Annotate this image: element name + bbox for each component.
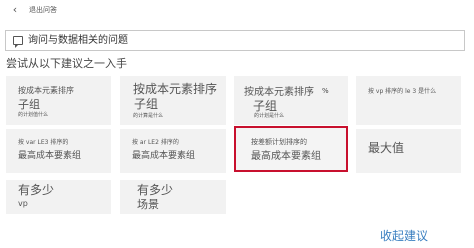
card-line1: 按成本元素排序 xyxy=(244,87,314,98)
card-line1: 按差额计划排序的 xyxy=(251,138,307,146)
suggestion-card[interactable]: 最大值 xyxy=(356,129,461,173)
card-line1: 按 vp 排序的 le 3 是什么 xyxy=(368,88,437,95)
qa-placeholder: 询问与数据相关的问题 xyxy=(28,35,128,46)
header-bar: ‹ 退出问答 xyxy=(0,0,474,20)
card-line1: 按成本元素排序 xyxy=(18,86,74,95)
card-line1: 按 var LE3 排序的 xyxy=(18,139,69,146)
chat-bubble-icon xyxy=(13,36,23,48)
card-line2: 最高成本要素组 xyxy=(251,151,321,162)
exit-qa-link[interactable]: 退出问答 xyxy=(29,5,57,15)
card-line2: 场景 xyxy=(137,198,159,211)
card-line2: 子组 xyxy=(134,97,159,111)
card-line2: 子组 xyxy=(253,99,278,113)
suggestions-title: 尝试从以下建议之一入手 xyxy=(6,57,127,70)
suggestion-card[interactable]: 有多少 场景 xyxy=(120,180,226,214)
suggestion-card[interactable]: 按 ar LE2 排序的 最高成本要素组 xyxy=(120,129,226,173)
suggestion-card[interactable]: 按 vp 排序的 le 3 是什么 xyxy=(356,76,461,125)
card-line1: 按成本元素排序 xyxy=(133,82,218,96)
suggestion-card-selected[interactable]: 按差额计划排序的 最高成本要素组 xyxy=(234,126,348,172)
card-line3: 的计划是什么 xyxy=(254,113,285,119)
suggestion-card[interactable]: 按成本元素排序 子组 的计算是什么 xyxy=(120,76,226,125)
chevron-left-icon[interactable]: ‹ xyxy=(10,4,20,15)
card-line1: 有多少 xyxy=(18,183,55,197)
suggestion-card[interactable]: 有多少 vp xyxy=(6,180,111,214)
qa-input[interactable]: 询问与数据相关的问题 xyxy=(5,30,465,51)
suggestion-card[interactable]: 按成本元素排序 子组 的计划值什么 xyxy=(6,76,111,125)
collapse-suggestions-link[interactable]: 收起建议 xyxy=(380,229,428,243)
card-line1: 最大值 xyxy=(368,141,405,155)
suggestion-card[interactable]: 按 var LE3 排序的 最高成本要素组 xyxy=(6,129,111,173)
suggestion-card[interactable]: 按成本元素排序 % 子组 的计划是什么 xyxy=(234,76,348,125)
card-line2: 最高成本要素组 xyxy=(18,151,82,161)
card-mark: % xyxy=(322,87,329,95)
card-line3: 的计算是什么 xyxy=(133,113,164,119)
card-line3: 的计划值什么 xyxy=(18,112,49,118)
card-line2: vp xyxy=(18,199,28,208)
card-line1: 按 ar LE2 排序的 xyxy=(132,139,179,146)
card-line2: 子组 xyxy=(18,98,40,111)
card-line1: 有多少 xyxy=(137,183,174,197)
card-line2: 最高成本要素组 xyxy=(132,151,196,161)
